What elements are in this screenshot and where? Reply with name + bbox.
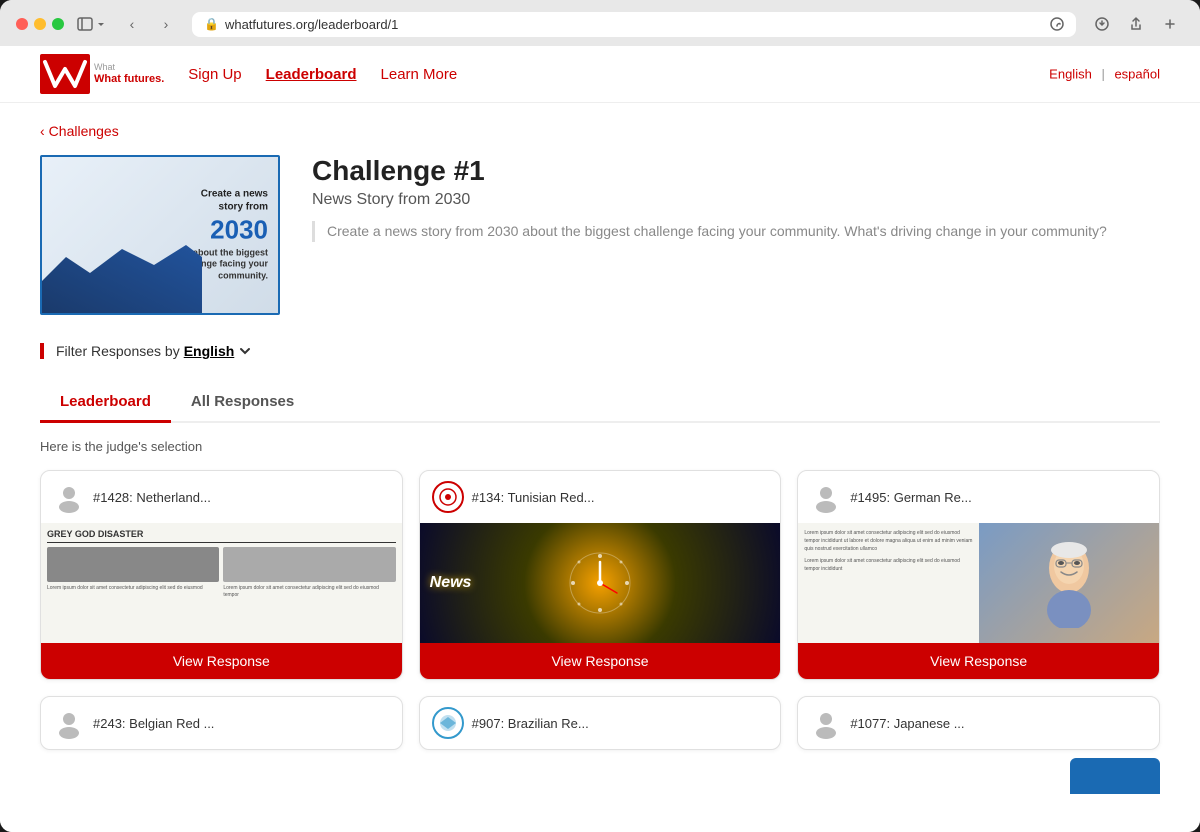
partial-card-1077-header: #1077: Japanese ... [798,697,1159,749]
partial-card-907: #907: Brazilian Re... [419,696,782,750]
url-text: whatfutures.org/leaderboard/1 [225,17,398,32]
news-text: News [430,574,472,592]
browser-window: ‹ › 🔒 whatfutures.org/leaderboard/1 [0,0,1200,832]
tab-leaderboard[interactable]: Leaderboard [40,383,171,423]
brazilian-logo-icon [432,707,464,739]
tabs-section: Leaderboard All Responses [40,383,1160,423]
logo-icon [40,54,90,94]
response-cards-grid: #1428: Netherland... GREY GOD DISASTER L… [40,470,1160,680]
filter-dropdown[interactable]: English [184,343,253,359]
nav-signup[interactable]: Sign Up [188,66,241,83]
back-link-text: Challenges [49,123,119,139]
lang-english[interactable]: English [1049,67,1092,82]
logo-futures: What futures. [94,73,164,85]
filter-label: Filter Responses by [56,343,180,359]
traffic-lights [16,18,64,30]
partial-card-243-header: #243: Belgian Red ... [41,697,402,749]
browser-actions [1088,10,1184,38]
back-button[interactable]: ‹ [118,10,146,38]
card-1495-image: Lorem ipsum dolor sit amet consectetur a… [798,523,1159,643]
challenge-title: Challenge #1 [312,155,1160,187]
avatar-icon-4 [810,707,842,739]
browser-navigation: ‹ › [118,10,180,38]
forward-button[interactable]: › [152,10,180,38]
view-response-button-1428[interactable]: View Response [41,643,402,679]
lock-icon: 🔒 [204,17,219,31]
challenge-section: Create a news story from 2030 about the … [40,155,1160,315]
tab-all-responses[interactable]: All Responses [171,383,314,423]
new-tab-icon[interactable] [1156,10,1184,38]
nav-learn-more[interactable]: Learn More [381,66,458,83]
partial-card-907-title: #907: Brazilian Re... [472,716,589,731]
clock-icon [565,548,635,618]
filter-section: Filter Responses by English [40,343,1160,359]
card-1495-title: #1495: German Re... [850,490,971,505]
chevron-down-icon [238,344,252,358]
response-card-134: #134: Tunisian Red... News [419,470,782,680]
address-bar[interactable]: 🔒 whatfutures.org/leaderboard/1 [192,12,1076,37]
bottom-area [40,758,1160,794]
challenge-image: Create a news story from 2030 about the … [40,155,280,315]
card-1495-header: #1495: German Re... [798,471,1159,523]
maximize-button[interactable] [52,18,64,30]
partial-card-243-title: #243: Belgian Red ... [93,716,214,731]
card-134-image: News [420,523,781,643]
tunisian-logo-icon [432,481,464,513]
response-card-1495: #1495: German Re... Lorem ipsum dolor si… [797,470,1160,680]
avatar-icon-3 [53,707,85,739]
view-response-button-1495[interactable]: View Response [798,643,1159,679]
response-card-1428: #1428: Netherland... GREY GOD DISASTER L… [40,470,403,680]
browser-chrome: ‹ › 🔒 whatfutures.org/leaderboard/1 [0,0,1200,46]
logo[interactable]: What What futures. [40,54,164,94]
main-nav: Sign Up Leaderboard Learn More [188,66,457,83]
main-content: ‹ Challenges Create a news story from 20… [0,103,1200,814]
logo-what: What [94,63,164,73]
elder-text-content: Lorem ipsum dolor sit amet consectetur a… [798,523,978,643]
close-button[interactable] [16,18,28,30]
view-response-button-134[interactable]: View Response [420,643,781,679]
download-icon[interactable] [1088,10,1116,38]
site-nav: What What futures. Sign Up Leaderboard L… [0,46,1200,103]
partial-card-1077-title: #1077: Japanese ... [850,716,964,731]
judge-selection-label: Here is the judge's selection [40,439,1160,454]
nav-leaderboard[interactable]: Leaderboard [266,66,357,83]
sidebar-toggle[interactable] [76,15,106,33]
card-1428-title: #1428: Netherland... [93,490,211,505]
challenge-subtitle: News Story from 2030 [312,191,1160,209]
card-134-header: #134: Tunisian Red... [420,471,781,523]
partial-blue-button[interactable] [1070,758,1160,794]
filter-selected: English [184,343,235,359]
challenge-info: Challenge #1 News Story from 2030 Create… [312,155,1160,242]
avatar-icon-2 [810,481,842,513]
partial-card-243: #243: Belgian Red ... [40,696,403,750]
partial-card-907-header: #907: Brazilian Re... [420,697,781,749]
page-content: What What futures. Sign Up Leaderboard L… [0,46,1200,832]
minimize-button[interactable] [34,18,46,30]
avatar-icon [53,481,85,513]
elder-photo [979,523,1159,643]
challenge-description: Create a news story from 2030 about the … [312,221,1160,242]
lang-separator: | [1101,67,1104,82]
newspaper-headline: GREY GOD DISASTER [47,529,396,543]
partial-card-1077: #1077: Japanese ... [797,696,1160,750]
partial-cards-grid: #243: Belgian Red ... #907: Brazili [40,696,1160,750]
back-arrow-icon: ‹ [40,123,45,139]
card-1428-image: GREY GOD DISASTER Lorem ipsum dolor sit … [41,523,402,643]
browser-top-bar: ‹ › 🔒 whatfutures.org/leaderboard/1 [16,10,1184,38]
card-1428-header: #1428: Netherland... [41,471,402,523]
language-switcher: English | español [1049,67,1160,82]
card-134-title: #134: Tunisian Red... [472,490,595,505]
share-icon[interactable] [1122,10,1150,38]
back-to-challenges[interactable]: ‹ Challenges [40,123,119,139]
lang-spanish[interactable]: español [1114,67,1160,82]
